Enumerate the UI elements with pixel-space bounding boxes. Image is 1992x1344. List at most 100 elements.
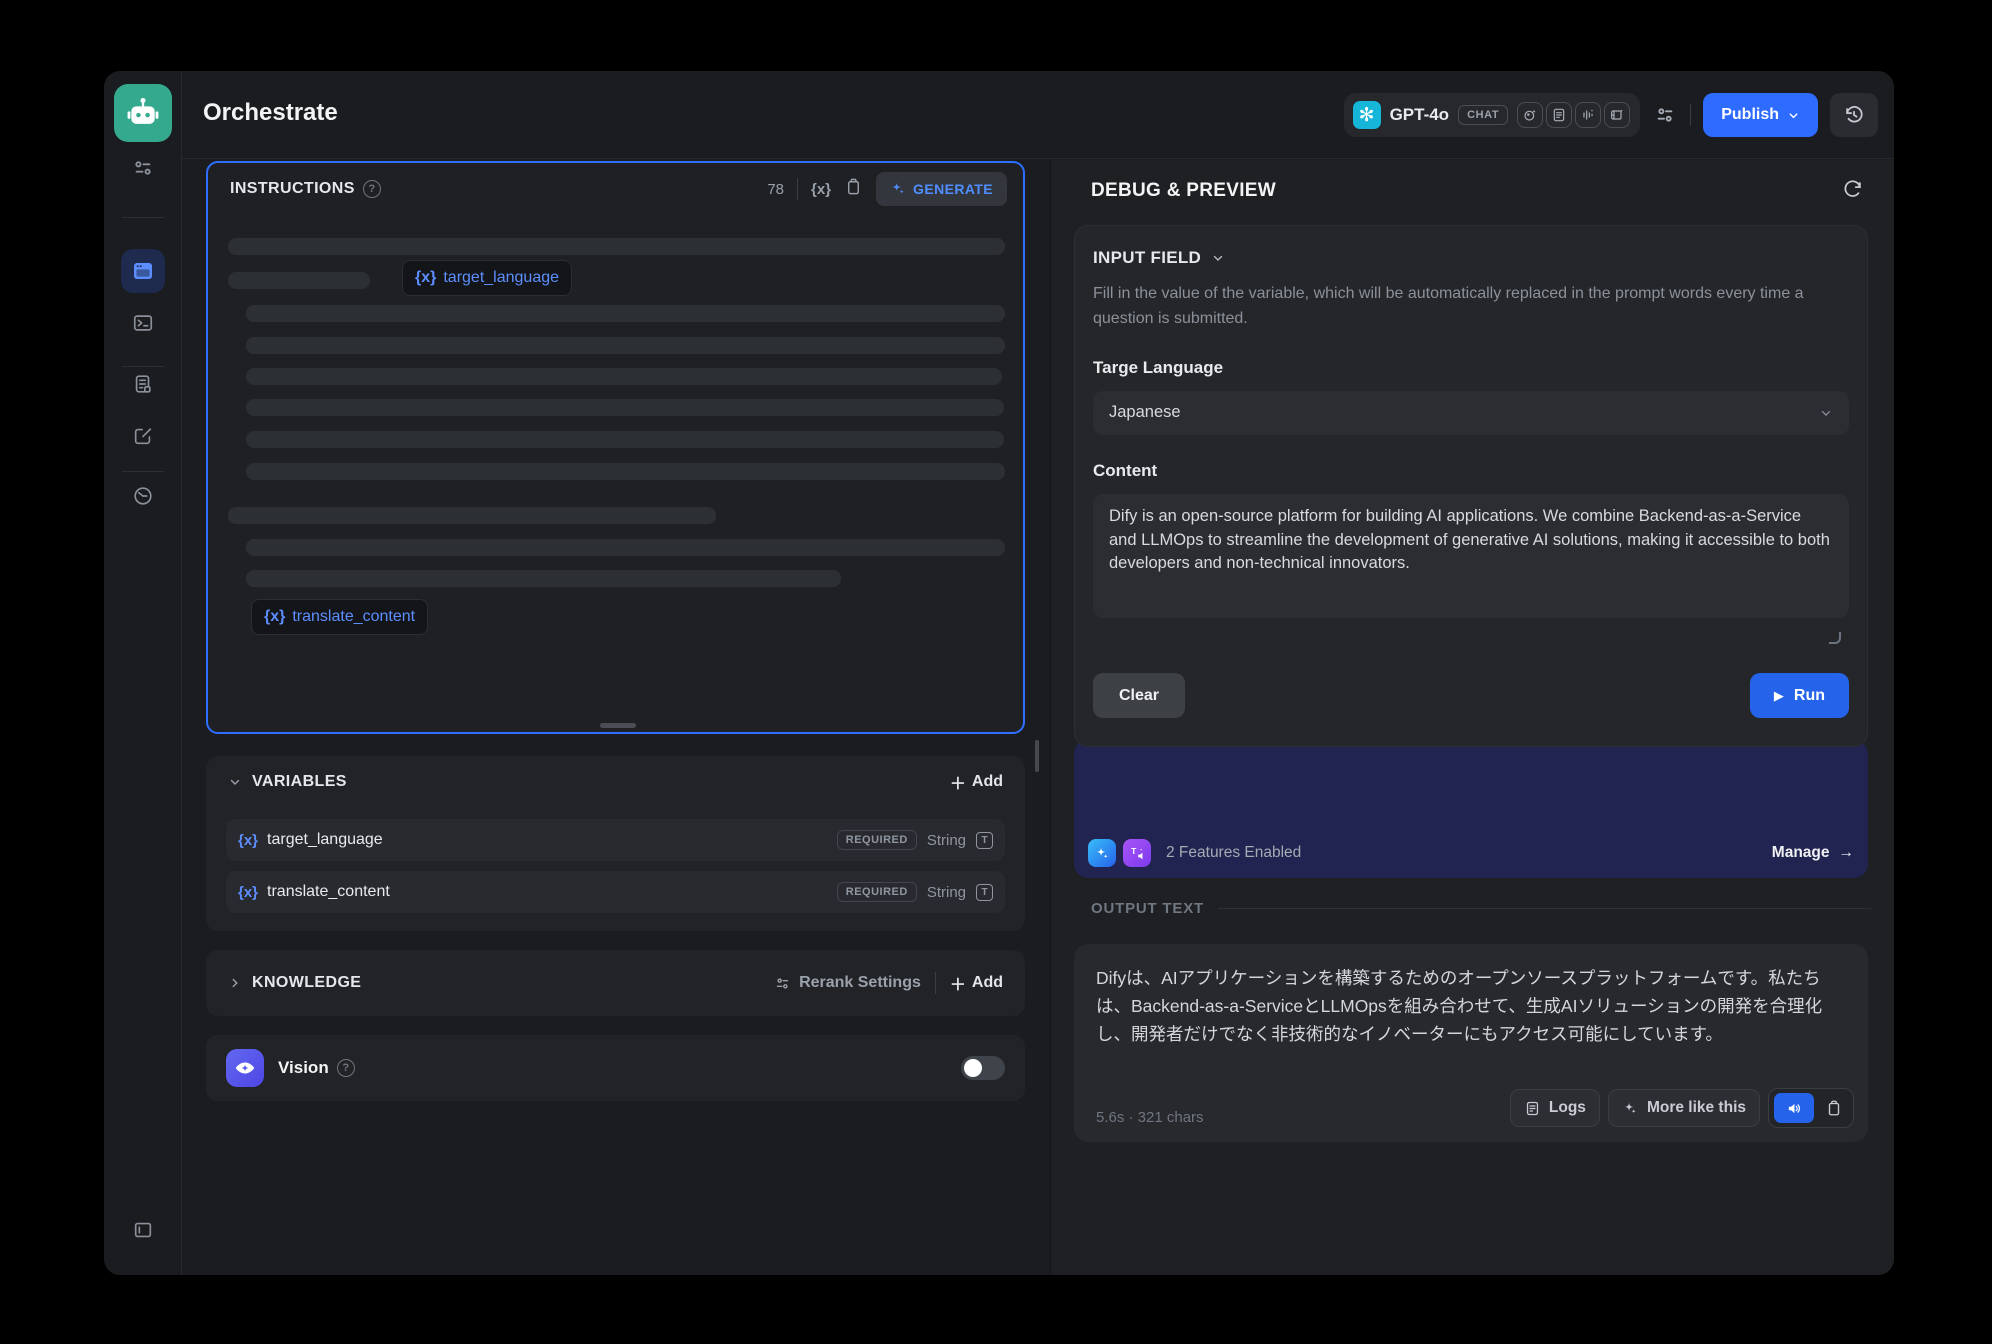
- copy-output-button[interactable]: [1820, 1094, 1848, 1122]
- features-status: 2 Features Enabled: [1166, 844, 1301, 862]
- generate-label: GENERATE: [913, 181, 993, 197]
- variable-row[interactable]: {x} target_language REQUIRED String T: [226, 819, 1005, 861]
- sidebar-item-terminal[interactable]: [131, 311, 155, 335]
- target-language-label: Targe Language: [1093, 358, 1849, 378]
- speaker-icon: [1786, 1100, 1803, 1117]
- string-type-icon[interactable]: T: [976, 832, 993, 849]
- knowledge-title: KNOWLEDGE: [252, 974, 361, 992]
- textarea-resize-handle[interactable]: [1829, 632, 1841, 644]
- variable-chip-target-language[interactable]: {x} target_language: [402, 260, 572, 296]
- logs-button[interactable]: Logs: [1510, 1089, 1600, 1127]
- prompt-skeleton-line: [246, 399, 1004, 416]
- sidebar-divider: [122, 217, 164, 218]
- generate-button[interactable]: GENERATE: [876, 172, 1007, 206]
- plus-icon: ＋: [950, 971, 966, 995]
- insert-variable-icon[interactable]: {x}: [811, 181, 831, 198]
- variable-row[interactable]: {x} translate_content REQUIRED String T: [226, 871, 1005, 913]
- restart-icon[interactable]: [1842, 178, 1864, 205]
- variable-chip-label: target_language: [443, 269, 559, 287]
- tuning-sliders-icon[interactable]: [131, 156, 155, 180]
- plus-icon: ＋: [950, 770, 966, 794]
- sidebar-item-annotation[interactable]: [131, 424, 155, 448]
- prompt-skeleton-line: [228, 507, 716, 524]
- variable-chip-label: translate_content: [292, 608, 415, 626]
- knowledge-panel: KNOWLEDGE Rerank Settings ＋ Add: [206, 950, 1025, 1016]
- model-name: GPT-4o: [1390, 105, 1450, 125]
- add-label: Add: [972, 773, 1003, 791]
- resize-drag-handle[interactable]: [600, 723, 636, 728]
- rerank-settings-button[interactable]: Rerank Settings: [774, 974, 921, 992]
- instructions-panel[interactable]: INSTRUCTIONS ? 78 {x}: [206, 161, 1025, 734]
- collapse-sidebar-icon[interactable]: [131, 1218, 155, 1242]
- model-params-icon[interactable]: [1652, 102, 1678, 128]
- clipboard-icon: [1825, 1099, 1843, 1117]
- sidebar-divider: [122, 366, 164, 367]
- input-field-header[interactable]: INPUT FIELD: [1093, 248, 1849, 268]
- sidebar-item-logs[interactable]: [131, 372, 155, 396]
- input-field-card: INPUT FIELD Fill in the value of the var…: [1074, 225, 1868, 747]
- variable-chip-translate-content[interactable]: {x} translate_content: [251, 599, 428, 635]
- input-field-description: Fill in the value of the variable, which…: [1093, 282, 1833, 332]
- variable-name: translate_content: [267, 883, 390, 901]
- token-count: 78: [767, 181, 784, 198]
- variable-symbol: {x}: [415, 269, 436, 287]
- manage-features-button[interactable]: Manage →: [1772, 844, 1854, 862]
- model-mode-badge: CHAT: [1458, 105, 1508, 125]
- variable-symbol: {x}: [264, 608, 285, 626]
- document-capability-icon: [1546, 102, 1572, 128]
- vision-eye-icon: [226, 1049, 264, 1087]
- scrollbar-thumb[interactable]: [1035, 740, 1039, 772]
- copy-prompt-icon[interactable]: [844, 177, 863, 201]
- toggle-knob: [964, 1059, 982, 1077]
- content-textarea[interactable]: Dify is an open-source platform for buil…: [1093, 494, 1849, 618]
- more-like-this-button[interactable]: More like this: [1608, 1089, 1760, 1127]
- svg-text:T: T: [1131, 846, 1137, 856]
- model-selector[interactable]: ✻ GPT-4o CHAT: [1344, 93, 1641, 137]
- screenshot-stage: Orchestrate ✻ GPT-4o CHAT: [0, 0, 1992, 1344]
- features-enabled-bar[interactable]: T 2 Features Enabled Manage →: [1074, 740, 1868, 878]
- vision-capability-icon: [1517, 102, 1543, 128]
- video-capability-icon: [1604, 102, 1630, 128]
- run-button[interactable]: ▶ Run: [1750, 673, 1849, 718]
- audio-capability-icon: [1575, 102, 1601, 128]
- vision-toggle[interactable]: [961, 1056, 1005, 1080]
- prompt-skeleton-line: [246, 337, 1005, 354]
- audio-actions-group: [1768, 1088, 1854, 1128]
- robot-icon: [123, 93, 163, 133]
- tools-divider: [797, 178, 798, 200]
- publish-label: Publish: [1721, 106, 1779, 124]
- variable-type: String: [927, 832, 966, 849]
- sidebar-item-monitoring[interactable]: [131, 484, 155, 508]
- header-actions: ✻ GPT-4o CHAT: [1344, 93, 1878, 137]
- string-type-icon[interactable]: T: [976, 884, 993, 901]
- vision-label: Vision: [278, 1058, 329, 1078]
- add-variable-button[interactable]: ＋ Add: [950, 770, 1003, 794]
- output-section: OUTPUT TEXT: [1091, 900, 1871, 917]
- chevron-down-icon: [1787, 109, 1800, 122]
- app-window: Orchestrate ✻ GPT-4o CHAT: [104, 71, 1894, 1275]
- target-language-select[interactable]: Japanese: [1093, 391, 1849, 435]
- speaker-button[interactable]: [1774, 1093, 1814, 1123]
- history-icon: [1843, 104, 1865, 126]
- variables-header[interactable]: VARIABLES ＋ Add: [206, 756, 1025, 808]
- clear-label: Clear: [1119, 687, 1159, 705]
- help-icon[interactable]: ?: [363, 180, 381, 198]
- play-icon: ▶: [1774, 688, 1784, 704]
- knowledge-header[interactable]: KNOWLEDGE Rerank Settings ＋ Add: [206, 950, 1025, 1016]
- auto-generate-feature-icon: [1088, 839, 1116, 867]
- instructions-header: INSTRUCTIONS ? 78 {x}: [208, 163, 1023, 215]
- sidebar-item-orchestrate[interactable]: [121, 249, 165, 293]
- app-logo[interactable]: [114, 84, 172, 142]
- help-icon[interactable]: ?: [337, 1059, 355, 1077]
- content-label: Content: [1093, 461, 1849, 481]
- clear-button[interactable]: Clear: [1093, 673, 1185, 718]
- instructions-title: INSTRUCTIONS: [230, 180, 355, 198]
- rerank-label: Rerank Settings: [799, 974, 921, 992]
- variable-symbol: {x}: [238, 832, 258, 849]
- history-button[interactable]: [1830, 93, 1878, 137]
- page-title: Orchestrate: [203, 99, 338, 127]
- prompt-skeleton-line: [246, 463, 1005, 480]
- publish-button[interactable]: Publish: [1703, 93, 1818, 137]
- variables-panel: VARIABLES ＋ Add {x} target_language REQU…: [206, 756, 1025, 931]
- add-knowledge-button[interactable]: ＋ Add: [950, 971, 1003, 995]
